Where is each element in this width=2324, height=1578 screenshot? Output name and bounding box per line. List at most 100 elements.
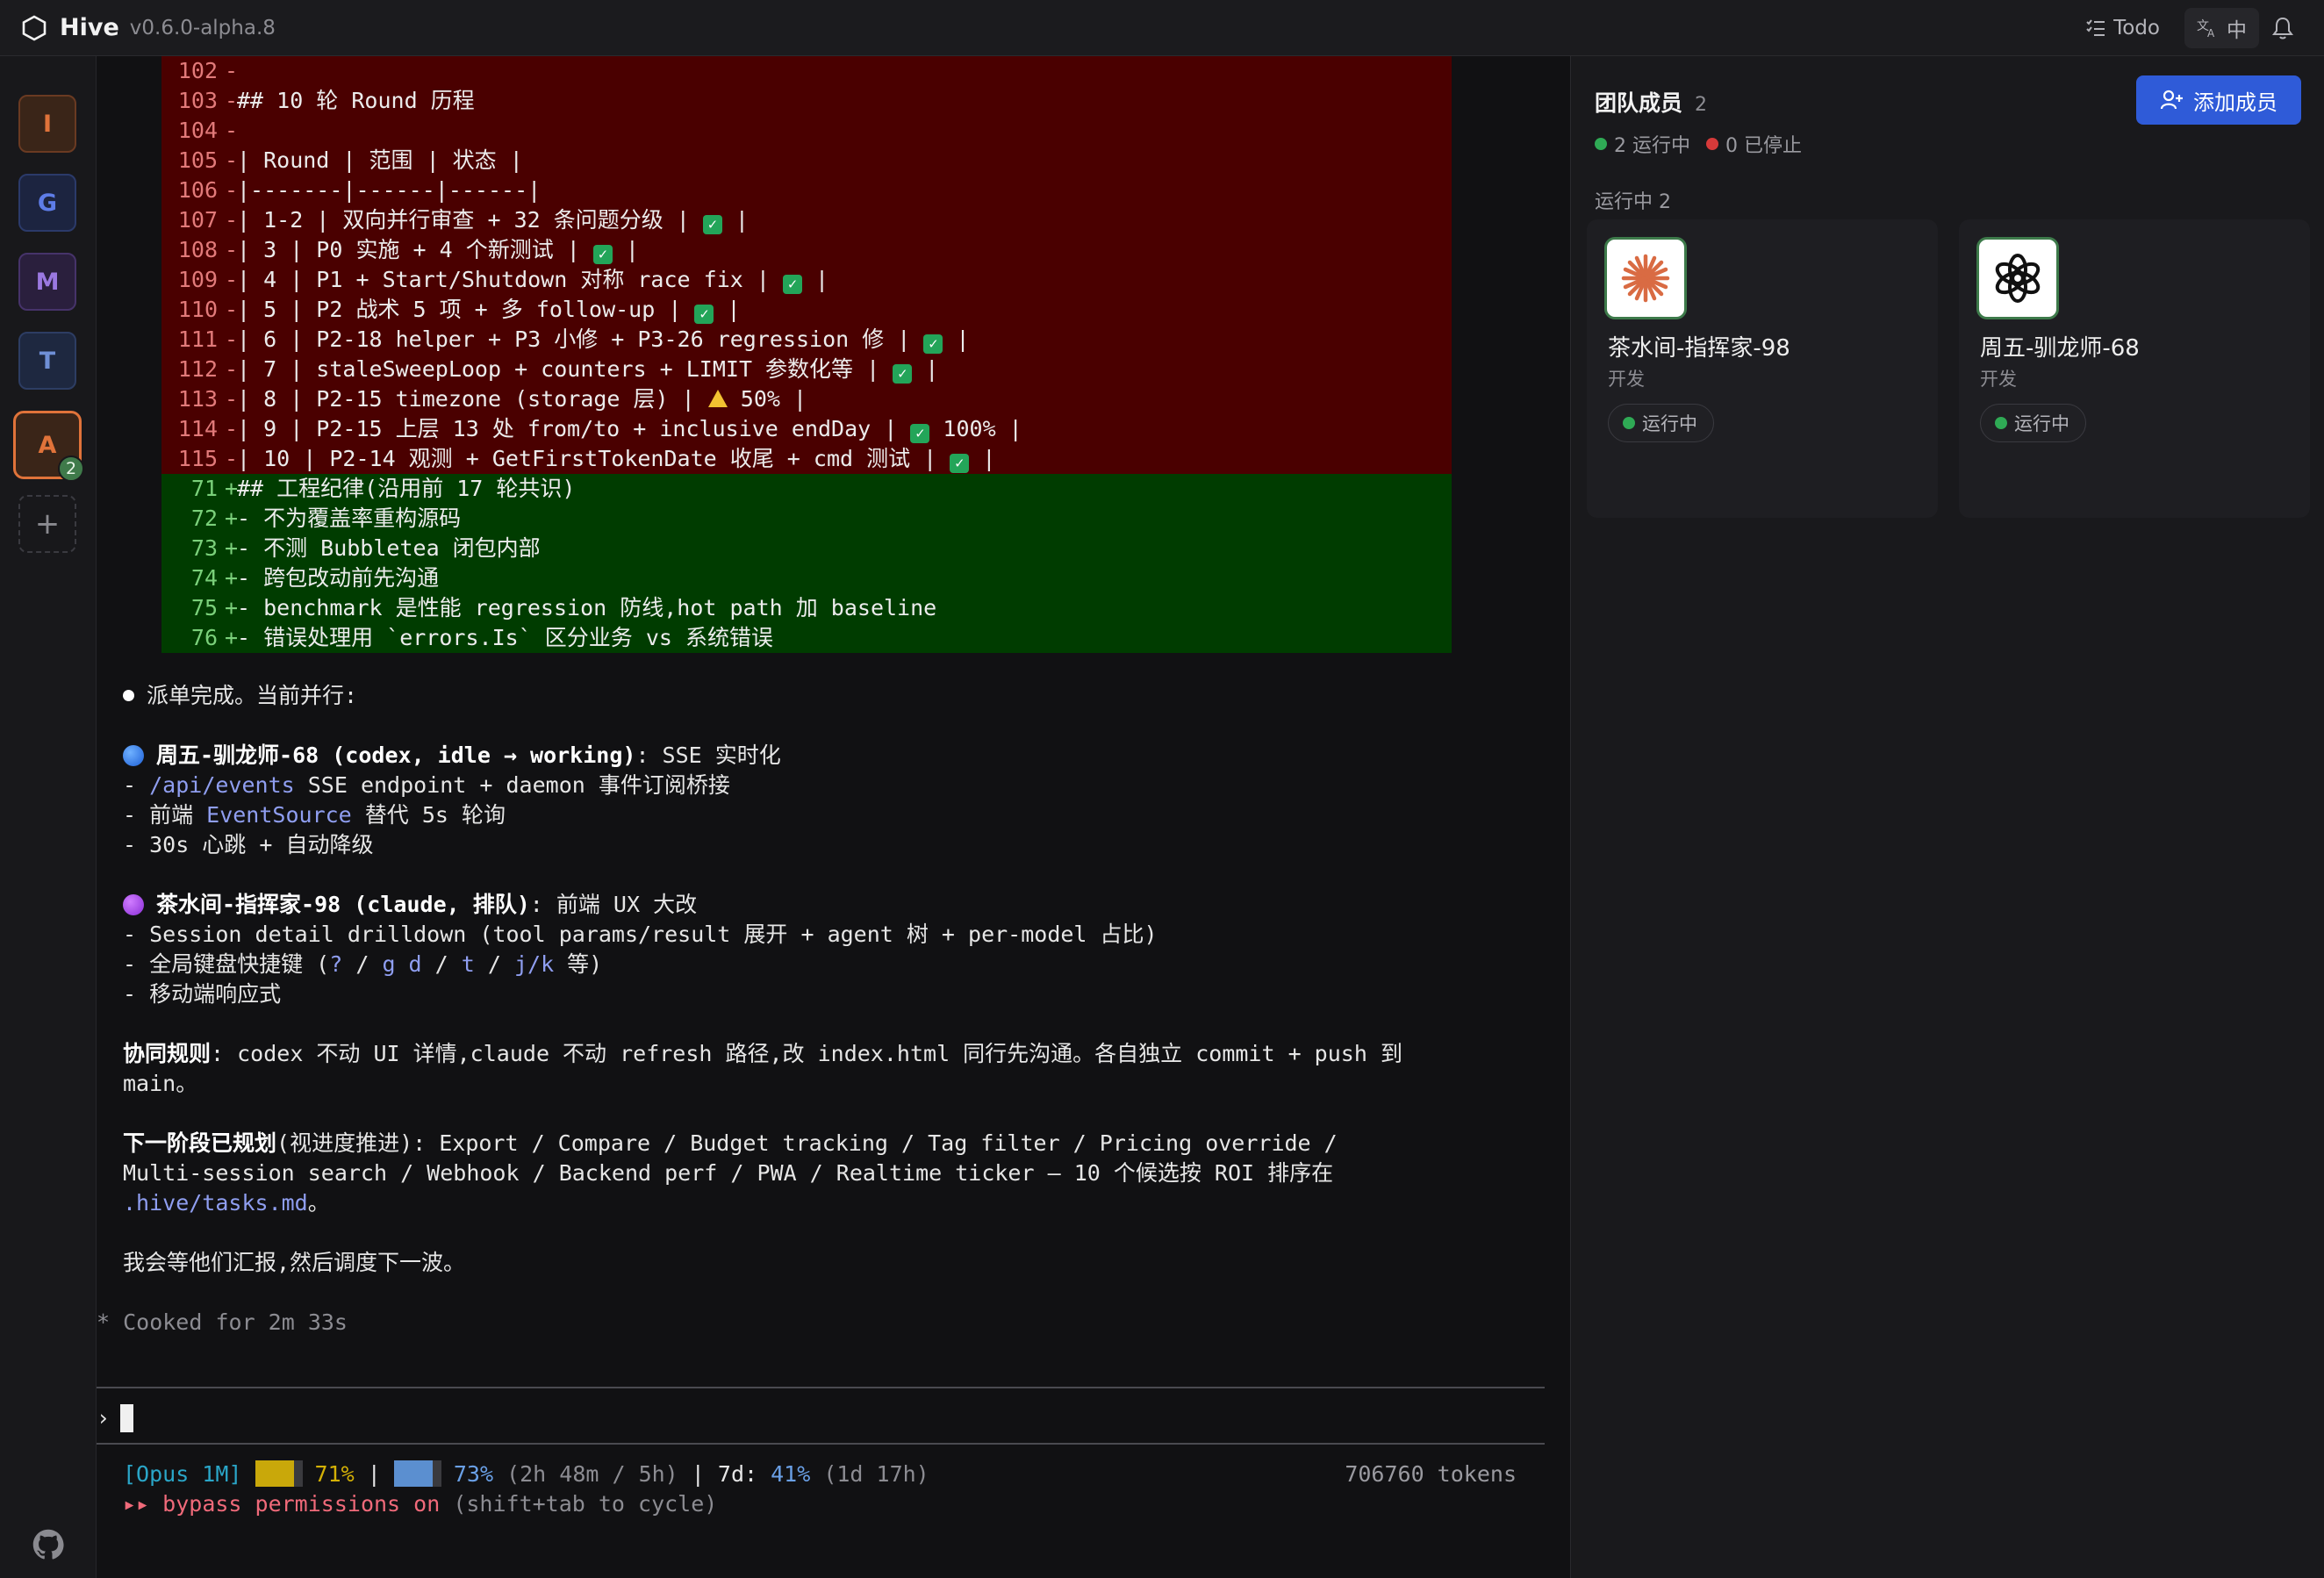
stopped-dot-icon xyxy=(1706,138,1718,150)
member-card[interactable]: 茶水间-指挥家-98 开发 运行中 xyxy=(1587,219,1938,518)
status-dot-icon xyxy=(1995,417,2007,429)
prompt-top-divider xyxy=(97,1387,1545,1388)
terminal-pane[interactable]: 102-103 -## 10 轮 Round 历程 104-105 -| Round … xyxy=(97,56,1569,1578)
diff-removed-line: 107 -| 1-2 | 双向并行审查 + 32 条问题分级 | ✓ | xyxy=(161,205,1452,235)
svg-text:A: A xyxy=(2207,27,2215,39)
diff-removed-line: 115 -| 10 | P2-14 观测 + GetFirstTokenDate … xyxy=(161,444,1452,474)
diff-removed-line: 103 -## 10 轮 Round 历程 xyxy=(161,86,1452,116)
next-phase-cont: Multi-session search / Webhook / Backend… xyxy=(123,1160,1334,1186)
checkmark-icon: ✓ xyxy=(694,305,714,324)
bullet-icon xyxy=(123,690,134,701)
coordination-rule-cont: main。 xyxy=(123,1071,198,1096)
diff-block: 102-103 -## 10 轮 Round 历程 104-105 -| Round … xyxy=(161,56,1452,653)
running-dot-icon xyxy=(1595,138,1607,150)
status-line: [Opus 1M] 71% | 73% (2h 48m / 5h) | 7d: … xyxy=(123,1460,929,1487)
diff-added-line: 72 +- 不为覆盖率重构源码 xyxy=(161,504,1452,534)
team-title: 团队成员 2 xyxy=(1595,90,1708,116)
diff-removed-line: 109 -| 4 | P1 + Start/Shutdown 对称 race fi… xyxy=(161,265,1452,295)
prompt-chevron-icon: › xyxy=(97,1405,111,1431)
member-count-badge: 2 xyxy=(58,455,84,482)
team-panel: 团队成员 2 添加成员 2 运行中 0 已停止 运行中 2 茶水间-指挥家-98… xyxy=(1570,56,2324,1578)
checkmark-icon: ✓ xyxy=(923,334,943,354)
hive-logo-icon xyxy=(22,15,47,40)
team-count: 2 xyxy=(1695,94,1708,116)
context-usage-bar xyxy=(255,1460,294,1487)
member-role: 开发 xyxy=(1980,369,2017,390)
member-role: 开发 xyxy=(1608,369,1645,390)
purple-circle-icon xyxy=(123,894,144,915)
agent2-line-1: - Session detail drilldown (tool params/… xyxy=(123,922,1158,947)
todo-label: Todo xyxy=(2113,17,2160,39)
message-intro: 派单完成。当前并行: xyxy=(123,681,357,711)
agent2-heading: 茶水间-指挥家-98 (claude, 排队): 前端 UX 大改 xyxy=(123,890,697,920)
checkmark-icon: ✓ xyxy=(782,275,802,294)
session-avatar-t[interactable]: T xyxy=(18,332,76,390)
diff-removed-line: 108 -| 3 | P0 实施 + 4 个新测试 | ✓ | xyxy=(161,235,1452,265)
avatar-letter: A xyxy=(38,431,57,459)
diff-added-line: 71 +## 工程纪律(沿用前 17 轮共识) xyxy=(161,474,1452,504)
claude-icon xyxy=(1604,237,1687,319)
diff-removed-line: 111 -| 6 | P2-18 helper + P3 小修 + P3-26 r… xyxy=(161,325,1452,355)
brand[interactable]: Hive v0.6.0-alpha.8 xyxy=(21,14,276,41)
diff-added-line: 76 +- 错误处理用 `errors.Is` 区分业务 vs 系统错误 xyxy=(161,623,1452,653)
member-name: 周五-驯龙师-68 xyxy=(1980,335,2140,362)
checkmark-icon: ✓ xyxy=(702,215,722,234)
language-switch-button[interactable]: 文 A 中 xyxy=(2184,8,2259,48)
app-name: Hive xyxy=(60,14,119,41)
permissions-line: ▸▸ bypass permissions on (shift+tab to c… xyxy=(123,1491,718,1517)
todo-button[interactable]: Todo xyxy=(2073,8,2172,48)
agent1-line-3: - 30s 心跳 + 自动降级 xyxy=(123,832,374,857)
agent1-heading: 周五-驯龙师-68 (codex, idle → working): SSE 实… xyxy=(123,741,781,771)
github-icon[interactable] xyxy=(32,1529,64,1560)
add-member-button[interactable]: 添加成员 xyxy=(2136,75,2301,125)
session-avatar-i[interactable]: I xyxy=(18,95,76,153)
language-label: 中 xyxy=(2227,19,2247,42)
top-bar: Hive v0.6.0-alpha.8 Todo 文 A 中 xyxy=(0,0,2324,56)
diff-removed-line: 102- xyxy=(161,56,1452,86)
member-name: 茶水间-指挥家-98 xyxy=(1608,335,1790,362)
session-avatar-a-active[interactable]: A 2 xyxy=(13,411,84,482)
checkmark-icon: ✓ xyxy=(592,245,613,264)
prompt-input[interactable]: › xyxy=(97,1401,134,1436)
blue-circle-icon xyxy=(123,745,144,766)
status-dot-icon xyxy=(1623,417,1635,429)
checkmark-icon: ✓ xyxy=(950,454,970,473)
next-phase: 下一阶段已规划(视进度推进): Export / Compare / Budge… xyxy=(123,1130,1338,1156)
prompt-bottom-divider xyxy=(97,1443,1545,1445)
add-session-button[interactable]: + xyxy=(18,495,76,553)
model-label: [Opus 1M] xyxy=(123,1461,242,1487)
running-section-label: 运行中 2 xyxy=(1595,191,1671,213)
translate-icon: 文 A xyxy=(2197,19,2215,39)
diff-added-line: 74 +- 跨包改动前先沟通 xyxy=(161,563,1452,593)
diff-removed-line: 106 -|-------|------|------| xyxy=(161,176,1452,205)
diff-added-line: 75 +- benchmark 是性能 regression 防线,hot pat… xyxy=(161,593,1452,623)
diff-removed-line: 114 -| 9 | P2-15 上层 13 处 from/to + inclus… xyxy=(161,414,1452,444)
diff-removed-line: 110 -| 5 | P2 战术 5 项 + 多 follow-up | ✓ | xyxy=(161,295,1452,325)
notification-bell-icon[interactable] xyxy=(2271,16,2294,40)
diff-added-line: 73 +- 不测 Bubbletea 闭包内部 xyxy=(161,534,1452,563)
diff-removed-line: 105 -| Round | 范围 | 状态 | xyxy=(161,146,1452,176)
agent1-line-1: - /api/events SSE endpoint + daemon 事件订阅… xyxy=(123,772,730,798)
closing-line: 我会等他们汇报,然后调度下一波。 xyxy=(123,1250,466,1275)
member-status-badge: 运行中 xyxy=(1608,404,1714,442)
session-rail: I G M T A 2 + xyxy=(0,56,97,1578)
add-user-icon xyxy=(2160,90,2183,110)
diff-removed-line: 112 -| 7 | staleSweepLoop + counters + LI… xyxy=(161,355,1452,384)
session-avatar-g[interactable]: G xyxy=(18,174,76,232)
checkmark-icon: ✓ xyxy=(893,364,913,384)
next-phase-link-line: .hive/tasks.md。 xyxy=(123,1190,330,1216)
agent2-line-3: - 移动端响应式 xyxy=(123,981,282,1007)
team-stats: 2 运行中 0 已停止 xyxy=(1595,130,1802,158)
member-status-badge: 运行中 xyxy=(1980,404,2086,442)
cooked-duration: * Cooked for 2m 33s xyxy=(97,1309,348,1335)
diff-removed-line: 104- xyxy=(161,116,1452,146)
session-usage-bar xyxy=(393,1460,433,1487)
checkmark-icon: ✓ xyxy=(910,424,930,443)
session-usage-pct: 73% xyxy=(453,1461,493,1487)
openai-icon xyxy=(1976,237,2059,319)
week-usage-pct: 41% xyxy=(771,1461,811,1487)
token-count: 706760 tokens xyxy=(1345,1461,1517,1487)
session-avatar-m[interactable]: M xyxy=(18,253,76,311)
member-card[interactable]: 周五-驯龙师-68 开发 运行中 xyxy=(1959,219,2310,518)
todo-list-icon xyxy=(2086,19,2105,36)
